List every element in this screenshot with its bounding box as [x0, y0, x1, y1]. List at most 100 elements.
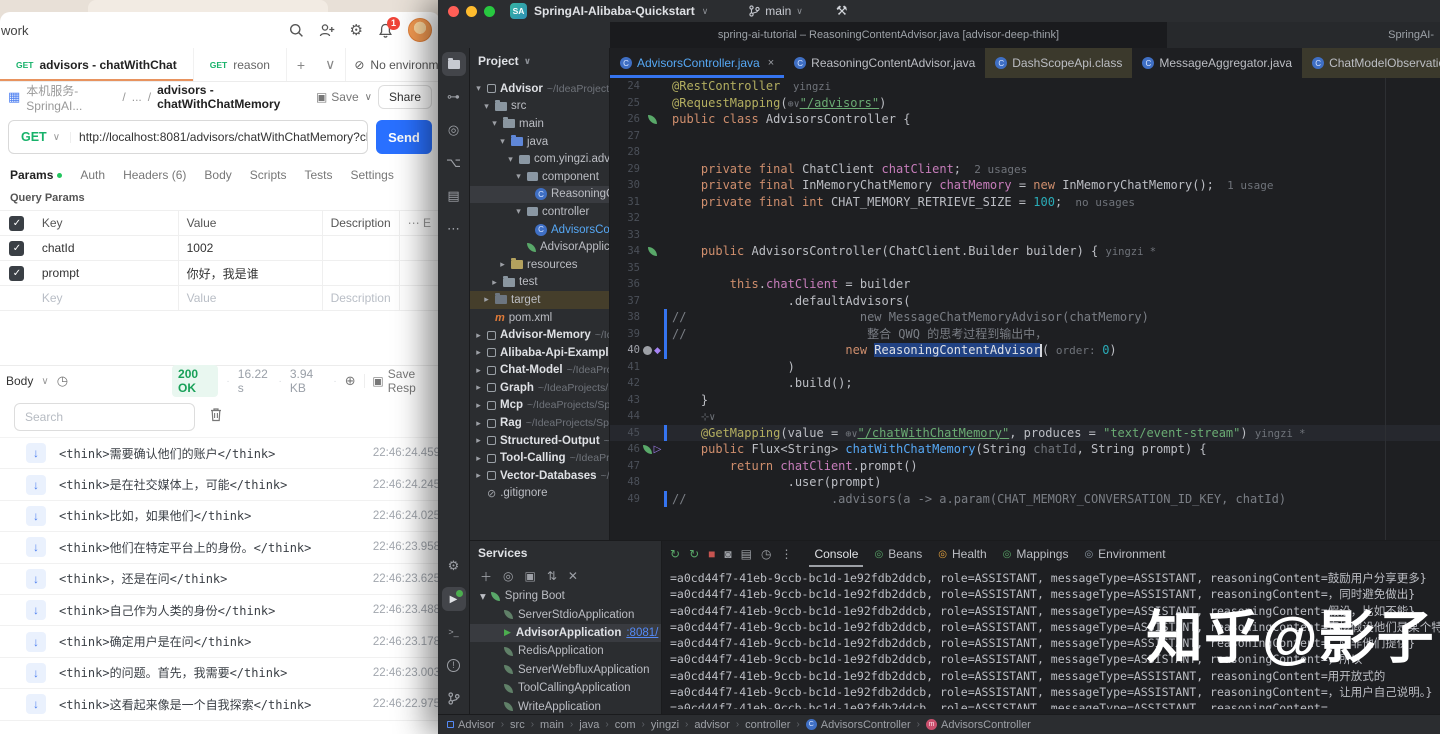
tree-item-resources[interactable]: ▸resources — [470, 256, 609, 274]
param-description[interactable] — [322, 261, 399, 286]
status-breadcrumb-main[interactable]: main — [540, 719, 564, 731]
method-select[interactable]: GET — [9, 130, 53, 144]
row-checkbox[interactable]: ✓ — [9, 266, 24, 281]
pull-requests-icon[interactable]: ⌥ — [442, 151, 466, 175]
service-item-advisorapplication[interactable]: ▶AdvisorApplication:8081/ — [470, 624, 661, 642]
tree-item--gitignore[interactable]: ⊘.gitignore — [470, 485, 609, 503]
param-key[interactable]: prompt — [34, 261, 178, 286]
close-window-button[interactable] — [448, 6, 459, 17]
status-breadcrumb-advisorscontroller[interactable]: mAdvisorsController — [926, 719, 1031, 731]
sse-event-row[interactable]: ↓<think>确定用户是在问</think>22:46:23.178 — [0, 626, 440, 657]
tree-item-graph[interactable]: ▸Graph ~/IdeaProjects/Sprin — [470, 379, 609, 397]
service-item-serverstdioapplication[interactable]: ServerStdioApplication — [470, 605, 661, 623]
project-panel-header[interactable]: Project∨ — [470, 48, 609, 74]
build-icon[interactable]: ⚙ — [442, 554, 466, 578]
console-tab-environment[interactable]: ◎Environment — [1079, 541, 1170, 567]
sse-event-row[interactable]: ↓<think>，还是在问</think>22:46:23.625 — [0, 564, 440, 595]
tree-item-advisor[interactable]: ▾Advisor ~/IdeaProjects/Spri — [470, 80, 609, 98]
status-breadcrumb-yingzi[interactable]: yingzi — [651, 719, 679, 731]
param-value[interactable]: 你好，我是谁 — [178, 261, 322, 286]
editor-tab[interactable]: CReasoningContentAdvisor.java — [784, 48, 985, 78]
param-description[interactable] — [322, 236, 399, 261]
tree-item-advisorscontroller[interactable]: CAdvisorsController — [470, 221, 609, 239]
status-breadcrumb-controller[interactable]: controller — [745, 719, 790, 731]
globe-icon[interactable]: ⊕ — [345, 373, 356, 389]
structure-icon[interactable]: ▤ — [442, 184, 466, 208]
tree-item-advisor-memory[interactable]: ▸Advisor-Memory ~/IdeaPr — [470, 326, 609, 344]
tree-item-java[interactable]: ▾java — [470, 133, 609, 151]
save-dropdown-chevron[interactable]: ∨ — [365, 92, 372, 103]
rerun-actions-icon[interactable]: ↻ — [689, 547, 699, 561]
sse-event-row[interactable]: ↓<think>是在社交媒体上，可能</think>22:46:24.245 — [0, 469, 440, 500]
console-tab-health[interactable]: ◎Health — [933, 541, 991, 567]
tree-item-alibaba-api-example[interactable]: ▸Alibaba-Api-Example ~/Id — [470, 344, 609, 362]
tree-item-pom-xml[interactable]: mpom.xml — [470, 309, 609, 327]
save-response-button[interactable]: ▣Save Resp — [372, 367, 434, 395]
project-selector[interactable]: SpringAI-Alibaba-Quickstart — [534, 4, 695, 18]
param-value-placeholder[interactable]: Value — [178, 286, 322, 311]
status-breadcrumb-com[interactable]: com — [615, 719, 636, 731]
request-section-tab-settings[interactable]: Settings — [350, 168, 393, 182]
tree-item-target[interactable]: ▸target — [470, 291, 609, 309]
status-breadcrumb-src[interactable]: src — [510, 719, 525, 731]
maximize-window-button[interactable] — [484, 6, 495, 17]
tree-item-advisorapplication[interactable]: AdvisorApplication — [470, 238, 609, 256]
more-icon[interactable]: ⋮ — [780, 547, 792, 561]
sse-event-row[interactable]: ↓<think>需要确认他们的账户</think>22:46:24.459 — [0, 438, 440, 469]
service-port-link[interactable]: :8081/ — [626, 627, 658, 639]
tree-item-mcp[interactable]: ▸Mcp ~/IdeaProjects/Spring — [470, 397, 609, 415]
attach-icon[interactable]: ▤ — [741, 547, 752, 561]
status-breadcrumb-advisor[interactable]: Advisor — [447, 719, 495, 731]
notifications-bell-icon[interactable]: 1 — [378, 23, 393, 38]
code-review-icon[interactable]: ◎ — [442, 118, 466, 142]
editor-tab[interactable]: CAdvisorsController.java× — [610, 48, 784, 78]
tree-item-main[interactable]: ▾main — [470, 115, 609, 133]
add-service-icon[interactable]: ＋ — [480, 568, 492, 585]
breadcrumb-root[interactable]: 本机服务-SpringAI... — [26, 82, 116, 113]
rerun-icon[interactable]: ↻ — [670, 547, 680, 561]
save-button[interactable]: ▣Save — [316, 90, 359, 104]
tree-item-component[interactable]: ▾component — [470, 168, 609, 186]
tree-item-src[interactable]: ▾src — [470, 98, 609, 116]
tree-item-reasoningcontentadvisor[interactable]: CReasoningContentAdvisor — [470, 186, 609, 204]
tree-item-controller[interactable]: ▾controller — [470, 203, 609, 221]
tools-icon[interactable]: ⚒ — [836, 3, 848, 19]
bulk-edit-label[interactable]: E — [423, 216, 431, 230]
tree-item-test[interactable]: ▸test — [470, 274, 609, 292]
status-breadcrumb-advisorscontroller[interactable]: CAdvisorsController — [806, 719, 911, 731]
request-section-tab-tests[interactable]: Tests — [304, 168, 332, 182]
editor-tab[interactable]: CMessageAggregator.java — [1132, 48, 1302, 78]
more-tools-icon[interactable]: ⋯ — [442, 217, 466, 241]
tree-item-chat-model[interactable]: ▸Chat-Model ~/IdeaProjects — [470, 362, 609, 380]
environment-selector[interactable]: ⊘No environment — [345, 48, 440, 81]
tree-item-rag[interactable]: ▸Rag ~/IdeaProjects/SpringA — [470, 414, 609, 432]
body-tab[interactable]: Body — [6, 374, 33, 388]
sse-event-row[interactable]: ↓<think>比如，如果他们</think>22:46:24.025 — [0, 501, 440, 532]
request-file-tab[interactable]: GETreason — [194, 48, 287, 81]
services-root-spring-boot[interactable]: ▾Spring Boot — [470, 587, 661, 605]
param-key-placeholder[interactable]: Key — [34, 286, 178, 311]
view-options-icon[interactable]: ◎ — [503, 569, 513, 583]
tree-item-vector-databases[interactable]: ▸Vector-Databases ~/IdeaP — [470, 467, 609, 485]
tree-item-structured-output[interactable]: ▸Structured-Output ~/Idea — [470, 432, 609, 450]
share-button[interactable]: Share — [378, 85, 432, 109]
send-button[interactable]: Send — [376, 120, 432, 154]
tree-item-com-yingzi-advisor[interactable]: ▾com.yingzi.advisor — [470, 150, 609, 168]
method-chevron-icon[interactable]: ∨ — [53, 132, 71, 143]
param-key[interactable]: chatId — [34, 236, 178, 261]
commit-icon[interactable]: ⊶ — [442, 85, 466, 109]
param-value[interactable]: 1002 — [178, 236, 322, 261]
row-checkbox[interactable]: ✓ — [9, 241, 24, 256]
trash-icon[interactable] — [209, 407, 223, 427]
request-section-tab-params[interactable]: Params — [10, 168, 62, 182]
console-tab-beans[interactable]: ◎Beans — [869, 541, 927, 567]
search-icon[interactable] — [289, 23, 304, 38]
tree-item-tool-calling[interactable]: ▸Tool-Calling ~/IdeaProjects — [470, 449, 609, 467]
settings-gear-icon[interactable]: ⚙ — [350, 21, 363, 39]
console-tab-mappings[interactable]: ◎Mappings — [998, 541, 1074, 567]
collapse-all-icon[interactable]: ✕ — [568, 569, 578, 583]
expand-all-icon[interactable]: ⇅ — [547, 569, 557, 583]
problems-icon[interactable]: ! — [442, 653, 466, 677]
services-tool-icon[interactable]: ▶ — [442, 587, 466, 611]
breadcrumb-ellipsis[interactable]: ... — [132, 90, 142, 104]
